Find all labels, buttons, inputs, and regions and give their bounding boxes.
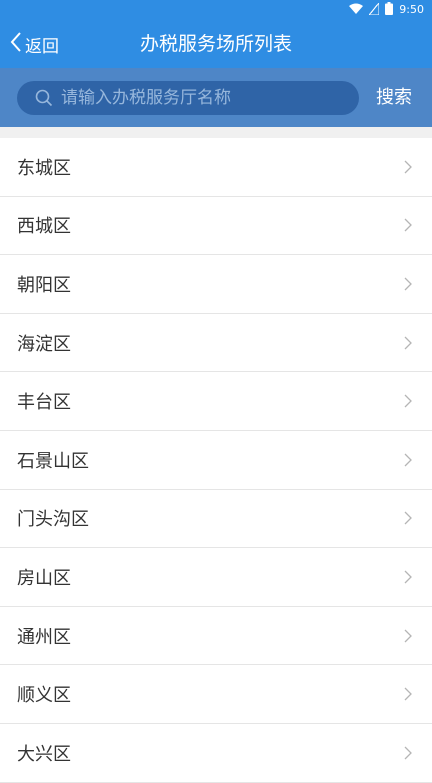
- list-item[interactable]: 大兴区: [0, 724, 432, 783]
- section-divider: [0, 127, 432, 138]
- chevron-right-icon: [404, 160, 412, 174]
- list-item-label: 房山区: [17, 567, 71, 589]
- search-button[interactable]: 搜索: [376, 68, 412, 127]
- list-item[interactable]: 房山区: [0, 548, 432, 607]
- search-icon: [35, 89, 53, 107]
- list-item[interactable]: 朝阳区: [0, 255, 432, 314]
- wifi-icon: [349, 3, 364, 17]
- list-item[interactable]: 丰台区: [0, 372, 432, 431]
- list-item[interactable]: 西城区: [0, 197, 432, 256]
- page-title: 办税服务场所列表: [139, 33, 292, 55]
- status-icons: 9:50: [349, 1, 424, 18]
- signal-icon: [368, 1, 380, 18]
- list-item-label: 海淀区: [17, 333, 71, 355]
- list-item-label: 朝阳区: [17, 274, 71, 296]
- chevron-right-icon: [404, 511, 412, 525]
- chevron-right-icon: [404, 218, 412, 232]
- battery-icon: [385, 2, 394, 18]
- list-item-label: 通州区: [17, 626, 71, 648]
- status-time: 9:50: [399, 3, 424, 16]
- list-item[interactable]: 门头沟区: [0, 490, 432, 549]
- list-item-label: 大兴区: [17, 743, 71, 765]
- chevron-right-icon: [404, 453, 412, 467]
- title-bar: 办税服务场所列表 返回: [0, 20, 432, 68]
- chevron-right-icon: [404, 746, 412, 760]
- list-item[interactable]: 东城区: [0, 138, 432, 197]
- list-item[interactable]: 石景山区: [0, 431, 432, 490]
- district-list: 东城区 西城区 朝阳区 海淀区 丰台区 石景山区 门头沟区 房山区 通州区 顺义…: [0, 138, 432, 783]
- list-item-label: 西城区: [17, 216, 71, 238]
- chevron-right-icon: [404, 394, 412, 408]
- search-input[interactable]: [59, 87, 353, 109]
- list-item-label: 石景山区: [17, 450, 89, 472]
- chevron-right-icon: [404, 687, 412, 701]
- chevron-right-icon: [404, 570, 412, 584]
- chevron-right-icon: [404, 277, 412, 291]
- list-item-label: 顺义区: [17, 685, 71, 707]
- list-item-label: 东城区: [17, 157, 71, 179]
- back-button[interactable]: 返回: [10, 20, 59, 68]
- list-item[interactable]: 通州区: [0, 607, 432, 666]
- list-item-label: 丰台区: [17, 392, 71, 414]
- status-bar: 9:50: [0, 0, 432, 20]
- list-item[interactable]: 海淀区: [0, 314, 432, 373]
- search-bar: 搜索: [0, 68, 432, 127]
- search-field[interactable]: [17, 81, 359, 115]
- list-item-label: 门头沟区: [17, 509, 89, 531]
- chevron-left-icon: [10, 32, 22, 56]
- chevron-right-icon: [404, 629, 412, 643]
- back-label: 返回: [25, 36, 59, 57]
- chevron-right-icon: [404, 336, 412, 350]
- list-item[interactable]: 顺义区: [0, 665, 432, 724]
